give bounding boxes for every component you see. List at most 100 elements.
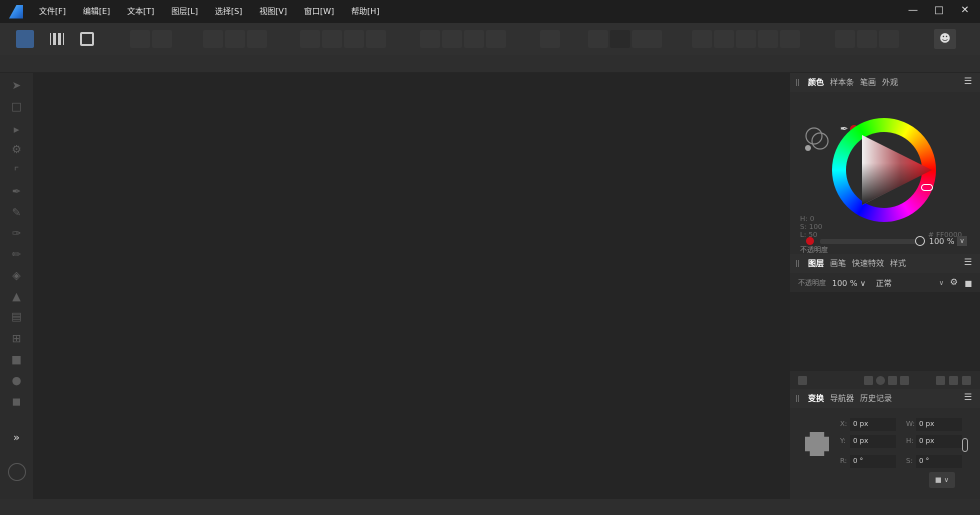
rotation-field[interactable]: 0 ° <box>850 454 896 468</box>
export-persona-icon[interactable] <box>80 32 94 46</box>
chevron-down-icon[interactable]: ∨ <box>939 279 944 287</box>
point-transform-icon[interactable]: ⚙ <box>10 143 23 156</box>
anchor-point-icon[interactable] <box>805 432 829 456</box>
menu-file[interactable]: 文件[F] <box>39 6 66 17</box>
user-icon[interactable]: ☻ <box>934 29 956 49</box>
blend-mode-select[interactable]: 正常 <box>876 278 892 289</box>
hue-marker-icon[interactable] <box>921 184 933 191</box>
more-tools-icon[interactable]: » <box>10 431 23 444</box>
toolbar-button[interactable] <box>857 30 877 48</box>
close-icon[interactable]: ✕ <box>960 4 970 18</box>
document-canvas[interactable] <box>33 73 790 499</box>
tab-history[interactable]: 历史记录 <box>860 393 892 404</box>
layer-opacity-value[interactable]: 100 % ∨ <box>832 279 866 288</box>
minimize-icon[interactable]: — <box>908 4 918 18</box>
group-icon[interactable] <box>900 376 909 385</box>
fill-stroke-icon[interactable] <box>802 126 832 152</box>
fx-icon[interactable] <box>888 376 897 385</box>
opacity-value[interactable]: 100 % <box>929 237 954 246</box>
duplicate-layer-icon[interactable] <box>949 376 958 385</box>
toolbar-button[interactable] <box>692 30 712 48</box>
menu-view[interactable]: 视图[V] <box>259 6 287 17</box>
tab-brushes[interactable]: 画笔 <box>830 258 846 269</box>
h-field[interactable]: 0 px <box>916 434 962 448</box>
toolbar-button[interactable] <box>540 30 560 48</box>
y-field[interactable]: 0 px <box>850 434 896 448</box>
pixel-persona-icon[interactable] <box>50 33 64 45</box>
opacity-slider-thumb[interactable] <box>915 236 925 246</box>
toolbar-button[interactable] <box>152 30 172 48</box>
vector-brush-icon[interactable]: ✑ <box>10 227 23 240</box>
toolbar-button[interactable] <box>366 30 386 48</box>
move-tool-icon[interactable]: ➤ <box>10 79 23 92</box>
hsl-color-wheel[interactable] <box>832 118 936 222</box>
toolbar-button[interactable] <box>736 30 756 48</box>
toolbar-button[interactable] <box>780 30 800 48</box>
toolbar-button[interactable] <box>758 30 778 48</box>
toolbar-button[interactable] <box>344 30 364 48</box>
shear-field[interactable]: 0 ° <box>916 454 962 468</box>
link-proportions-icon[interactable] <box>962 438 968 452</box>
tab-transform[interactable]: 变换 <box>808 393 824 404</box>
toolbar-button[interactable] <box>225 30 245 48</box>
tab-navigator[interactable]: 导航器 <box>830 393 854 404</box>
mask-icon[interactable] <box>864 376 873 385</box>
chevron-down-icon[interactable]: ∨ <box>957 236 967 246</box>
rectangle-tool-icon[interactable]: ■ <box>10 353 23 366</box>
x-field[interactable]: 0 px <box>850 417 896 431</box>
affinity-logo-icon[interactable] <box>9 4 23 19</box>
toolbar-button[interactable] <box>322 30 342 48</box>
menu-edit[interactable]: 编辑[E] <box>83 6 110 17</box>
color-wheel-mini-icon[interactable] <box>8 463 26 481</box>
transform-origin-button[interactable]: ■ ∨ <box>929 472 955 488</box>
toolbar-button[interactable] <box>464 30 484 48</box>
toolbar-button[interactable] <box>130 30 150 48</box>
fill-tool-icon[interactable]: ◈ <box>10 269 23 282</box>
node-tool-icon[interactable]: ▸ <box>10 123 23 136</box>
rounded-rect-tool-icon[interactable]: ◼ <box>10 395 23 408</box>
place-image-icon[interactable]: ▤ <box>10 310 23 323</box>
toolbar-button[interactable] <box>486 30 506 48</box>
artboard-tool-icon[interactable]: □ <box>10 100 23 113</box>
drag-grip-icon[interactable] <box>796 260 799 267</box>
gear-icon[interactable]: ⚙ <box>950 278 958 288</box>
toolbar-button[interactable] <box>714 30 734 48</box>
menu-text[interactable]: 文本[T] <box>127 6 154 17</box>
paint-brush-icon[interactable]: ✏ <box>10 248 23 261</box>
menu-layer[interactable]: 图层[L] <box>171 6 198 17</box>
tab-layers[interactable]: 图层 <box>808 258 824 269</box>
tab-quick-fx[interactable]: 快速特效 <box>852 258 884 269</box>
pen-tool-icon[interactable]: ✒ <box>10 185 23 198</box>
toolbar-button[interactable] <box>442 30 462 48</box>
toolbar-button[interactable] <box>203 30 223 48</box>
delete-layer-icon[interactable] <box>962 376 971 385</box>
corner-tool-icon[interactable]: ⌜ <box>10 165 23 178</box>
tab-stroke[interactable]: 笔画 <box>860 77 876 88</box>
toolbar-button[interactable] <box>610 30 630 48</box>
pencil-tool-icon[interactable]: ✎ <box>10 206 23 219</box>
layer-options-icon[interactable] <box>798 376 807 385</box>
designer-persona-icon[interactable] <box>16 30 34 48</box>
panel-menu-icon[interactable]: ☰ <box>964 258 972 268</box>
tab-swatches[interactable]: 样本条 <box>830 77 854 88</box>
w-field[interactable]: 0 px <box>916 417 962 431</box>
toolbar-button[interactable] <box>588 30 608 48</box>
menu-window[interactable]: 窗口[W] <box>304 6 334 17</box>
maximize-icon[interactable]: □ <box>934 4 944 18</box>
tab-appearance[interactable]: 外观 <box>882 77 898 88</box>
layers-list[interactable] <box>790 292 980 371</box>
toolbar-button[interactable] <box>300 30 320 48</box>
add-layer-icon[interactable] <box>936 376 945 385</box>
opacity-slider[interactable] <box>820 239 916 244</box>
tab-styles[interactable]: 样式 <box>890 258 906 269</box>
crop-tool-icon[interactable]: ⊞ <box>10 332 23 345</box>
toolbar-button[interactable] <box>835 30 855 48</box>
panel-menu-icon[interactable]: ☰ <box>964 393 972 403</box>
ellipse-tool-icon[interactable]: ● <box>10 374 23 387</box>
tab-color[interactable]: 颜色 <box>808 77 824 88</box>
menu-help[interactable]: 帮助[H] <box>351 6 379 17</box>
drag-grip-icon[interactable] <box>796 79 799 86</box>
menu-select[interactable]: 选择[S] <box>215 6 242 17</box>
toolbar-button[interactable] <box>420 30 440 48</box>
drag-grip-icon[interactable] <box>796 395 799 402</box>
